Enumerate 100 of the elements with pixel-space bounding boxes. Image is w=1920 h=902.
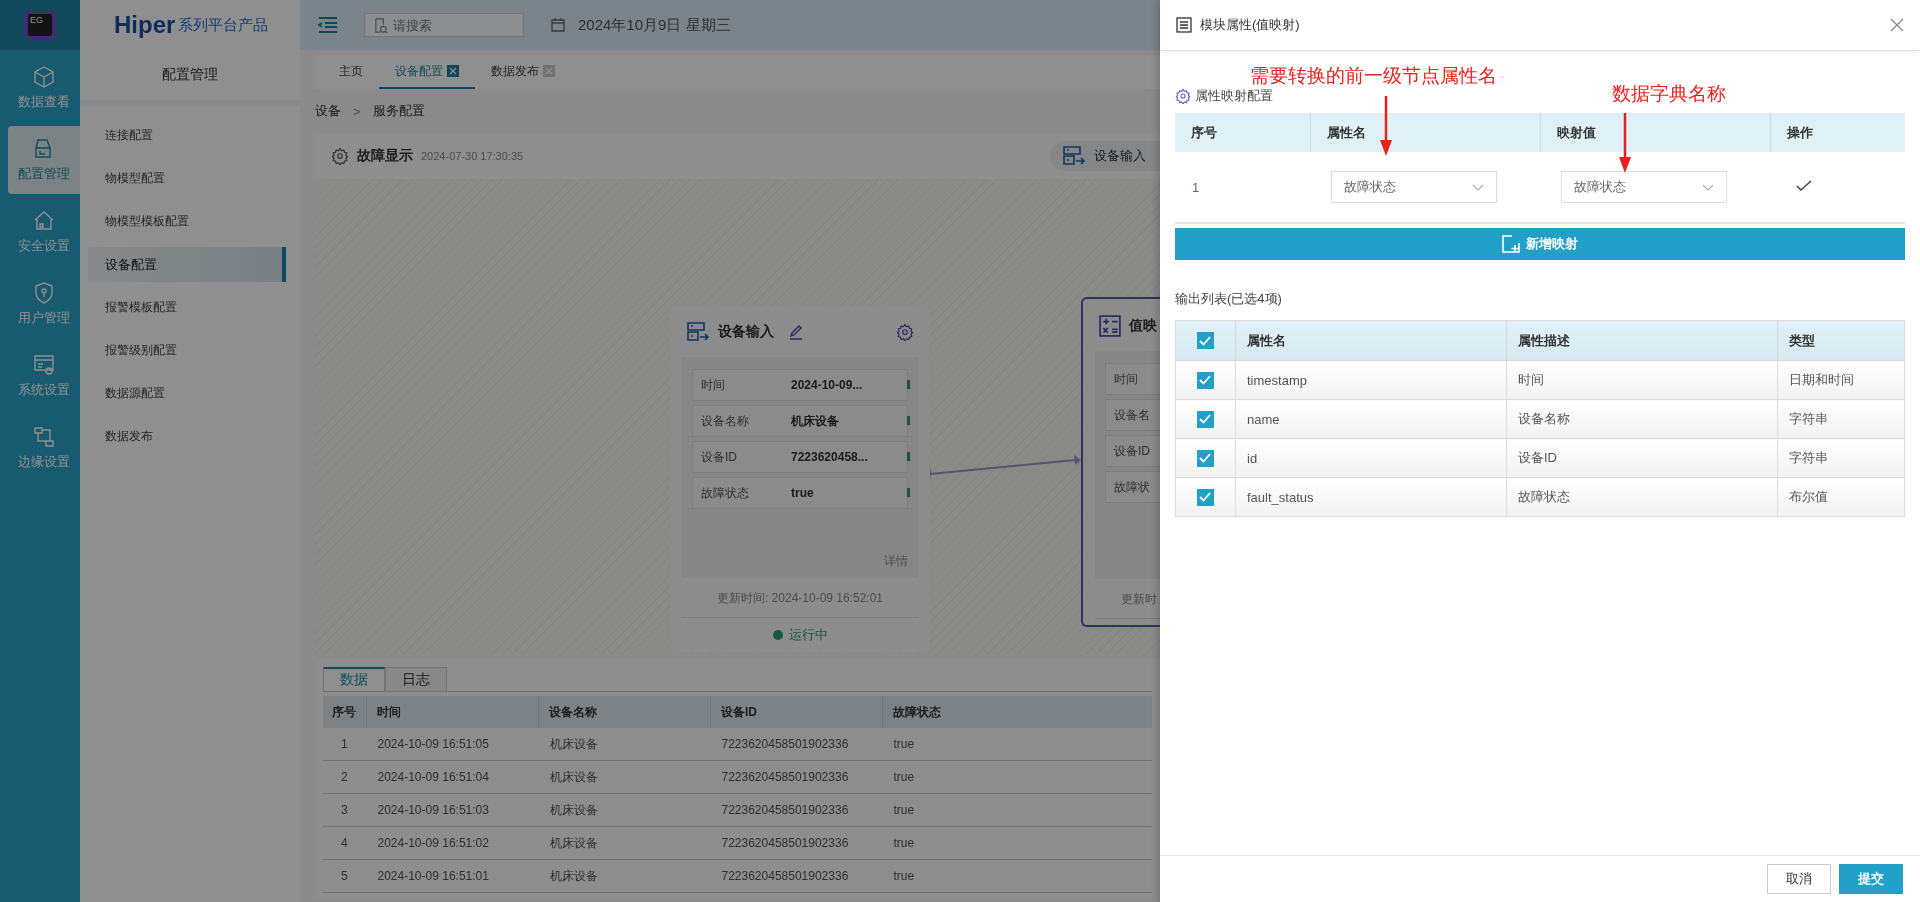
column-header: 序号 [1175,113,1311,152]
field-value: true [791,486,814,500]
table-cell: 5 [323,859,367,893]
breadcrumb-item[interactable]: 设备 [315,102,341,120]
panel-tab[interactable]: 日志 [385,667,447,691]
field-label: 设备ID [1114,442,1151,460]
field-value: 2024-10-09... [791,378,863,392]
toolbar-item[interactable]: 设备输入 [1050,141,1160,171]
table-cell: 布尔值 [1777,477,1905,517]
table-cell: name [1235,399,1507,439]
page-tab[interactable]: 数据发布 [475,55,571,89]
field-label: 故障状态 [701,484,750,502]
table-cell: true [882,760,1152,794]
add-mapping-button[interactable]: 新增映射 [1175,228,1905,260]
column-header: 属性名 [1235,320,1507,361]
table-cell: 2024-10-09 16:51:03 [366,793,539,827]
date-text: 2024年10月9日 星期三 [578,15,731,35]
sidebar-item[interactable]: 数据源配置 [88,376,286,411]
table-cell: 字符串 [1777,399,1905,439]
cube-icon [32,65,56,89]
table-cell: true [882,793,1152,827]
sidebar-item[interactable]: 物模型配置 [88,161,286,196]
nodes-icon [32,425,56,449]
close-icon[interactable] [447,65,459,77]
breadcrumb-item[interactable]: 服务配置 [372,102,425,120]
nav-rail-item[interactable]: 边缘设置 [8,414,80,482]
settings-icon[interactable] [331,147,349,165]
window-gear-icon [32,353,56,377]
submit-button[interactable]: 提交 [1839,864,1903,894]
table-cell: 2024-10-09 16:51:02 [366,826,539,860]
sidebar-item[interactable]: 报警级别配置 [88,333,286,368]
panel-tab[interactable]: 数据 [323,667,385,691]
cancel-button[interactable]: 取消 [1767,864,1831,894]
row-checkbox[interactable] [1196,488,1214,506]
page-tab[interactable]: 主页 [323,55,379,89]
port-marker[interactable] [907,488,910,497]
node-card[interactable]: 值映 时间 设备名 设备ID 故障状 更新时 [1081,297,1160,627]
table-cell: fault_status [1235,477,1507,517]
drawer-title: 模块属性(值映射) [1200,16,1300,34]
row-checkbox[interactable] [1196,371,1214,389]
search-icon [373,18,388,33]
nav-rail-item[interactable]: 安全设置 [8,198,80,266]
field-label: 故障状 [1114,478,1151,496]
menu-icon[interactable] [318,17,338,33]
flow-time: 2024-07-30 17:30:35 [421,150,524,162]
value-select[interactable]: 故障状态 [1560,171,1727,203]
calendar-icon [550,17,566,33]
column-header: 序号 [323,696,367,728]
table-cell: true [882,728,1152,761]
close-icon[interactable] [1890,18,1904,32]
close-icon[interactable] [543,65,555,77]
row-checkbox[interactable] [1196,410,1214,428]
table-cell: 7223620458501902336 [710,826,883,860]
nav-rail-item[interactable]: 配置管理 [8,126,80,194]
column-header: 属性描述 [1506,320,1778,361]
sidebar-item[interactable]: 连接配置 [88,118,286,153]
port-marker[interactable] [907,452,910,461]
table-cell: 时间 [1506,360,1778,400]
node-title: 值映 [1129,317,1157,335]
sidebar-item[interactable]: 设备配置 [88,247,286,282]
column-header: 时间 [366,696,539,728]
table-cell: 2024-10-09 16:51:05 [366,728,539,761]
pencil-icon[interactable] [788,324,804,340]
field-label: 设备名 [1114,406,1151,424]
settings-icon[interactable] [896,323,914,341]
field-value: 7223620458... [791,450,868,464]
sidebar-item[interactable]: 报警模板配置 [88,290,286,325]
field-label: 设备ID [701,448,738,466]
search-field[interactable]: 请搜索 [364,13,524,37]
port-marker[interactable] [907,416,910,425]
sidebar-item[interactable]: 物模型模板配置 [88,204,286,239]
table-cell: 日期和时间 [1777,360,1905,400]
port-marker[interactable] [907,380,910,389]
page-tab[interactable]: 设备配置 [379,55,475,89]
field-label: 时间 [701,376,726,394]
table-cell: true [882,826,1152,860]
section-title: 属性映射配置 [1195,87,1273,105]
table-cell: timestamp [1235,360,1507,400]
attribute-select[interactable]: 故障状态 [1330,171,1497,203]
field-label: 设备名称 [701,412,750,430]
nav-rail-item[interactable]: 数据查看 [8,54,80,122]
table-cell: 1 [1175,152,1311,223]
chevron-down-icon [1471,183,1484,191]
table-cell: 7223620458501902336 [710,793,883,827]
column-header: 映射值 [1540,113,1771,152]
sidebar-item[interactable]: 数据发布 [88,419,286,454]
server-export-icon [1062,146,1086,166]
house-icon [32,209,56,233]
app-logo[interactable]: EG [25,11,55,39]
nav-rail-item[interactable]: 系统设置 [8,342,80,410]
table-cell: 机床设备 [538,760,711,794]
calculator-icon [1099,315,1121,337]
output-list-title: 输出列表(已选4项) [1175,290,1283,308]
select-all-checkbox[interactable] [1196,332,1214,350]
checkmark-icon[interactable] [1795,179,1812,192]
status-dot [772,630,783,640]
row-checkbox[interactable] [1196,449,1214,467]
nav-rail-item[interactable]: 用户管理 [8,270,80,338]
table-cell: 故障状态 [1506,477,1778,517]
column-header: 故障状态 [882,696,1152,728]
